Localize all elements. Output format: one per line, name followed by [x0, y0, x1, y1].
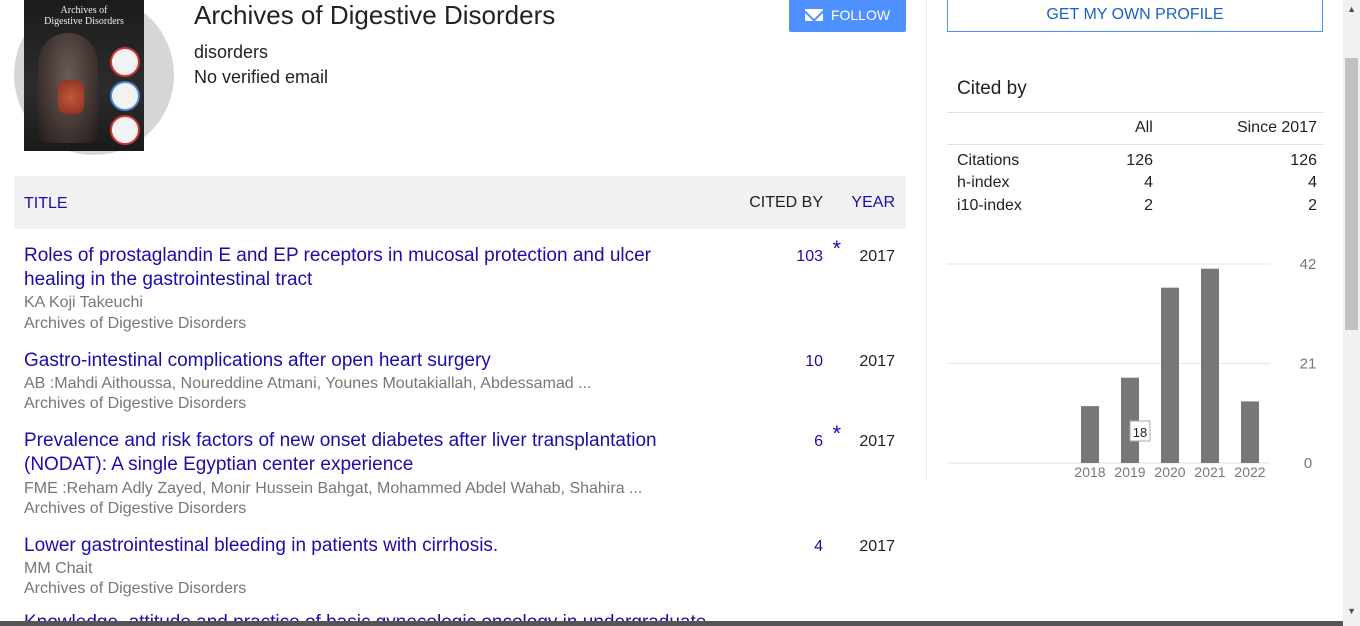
get-my-own-profile-button[interactable]: GET MY OWN PROFILE	[947, 0, 1323, 32]
article-title-link[interactable]: Gastro-intestinal complications after op…	[24, 349, 714, 373]
stat-since-citations: 126	[1290, 152, 1317, 169]
bottom-edge-strip	[0, 621, 1343, 626]
bar-2020	[1161, 287, 1179, 463]
stat-label-i10-index[interactable]: i10-index	[957, 197, 1022, 215]
bar-2021	[1201, 268, 1219, 463]
cited-by-header-divider	[947, 144, 1323, 145]
profile-email-status: No verified email	[194, 67, 329, 87]
article-venue: Archives of Digestive Disorders	[24, 315, 247, 332]
follow-label: FOLLOW	[830, 7, 891, 23]
citations-bar-chart: 0 21 42 2018 2019 2020 2021 2022 18	[947, 256, 1317, 480]
article-venue: Archives of Digestive Disorders	[24, 500, 247, 517]
y-tick-label: 42	[1300, 256, 1317, 273]
article-year: 2017	[859, 248, 895, 265]
article-authors: KA Koji Takeuchi	[24, 294, 143, 311]
journal-cover-image: Archives of Digestive Disorders	[24, 0, 144, 151]
col-header-since: Since 2017	[1236, 119, 1317, 136]
star-marker: *	[832, 421, 841, 446]
profile-affiliation: disorders	[194, 42, 269, 62]
article-year: 2017	[859, 353, 895, 370]
column-divider	[926, 0, 927, 480]
cited-by-count-link[interactable]: 103	[796, 248, 823, 266]
cited-by-count-link[interactable]: 4	[814, 538, 823, 556]
table-header: TITLE CITED BY YEAR	[14, 176, 906, 229]
article-year: 2017	[859, 538, 895, 555]
cover-circle-1	[110, 47, 140, 77]
vertical-scrollbar[interactable]: ▲ ▼	[1343, 0, 1360, 626]
article-title-link[interactable]: Roles of prostaglandin E and EP receptor…	[24, 244, 714, 292]
x-tick-label: 2021	[1194, 464, 1225, 480]
cover-circle-2	[110, 81, 140, 111]
stat-since-h-index: 4	[1308, 174, 1317, 191]
y-tick-label: 21	[1300, 356, 1317, 373]
cited-by-count-link[interactable]: 10	[805, 353, 823, 371]
bar-tooltip-value: 18	[1133, 425, 1147, 440]
follow-button[interactable]: FOLLOW	[789, 0, 906, 32]
stat-all-h-index: 4	[1144, 174, 1153, 191]
cited-by-count-link[interactable]: 6	[814, 433, 823, 451]
bar-2018	[1081, 406, 1099, 463]
stat-label-citations[interactable]: Citations	[957, 152, 1019, 170]
scroll-down-arrow-icon[interactable]: ▼	[1347, 606, 1356, 616]
bar-2022	[1241, 401, 1259, 463]
x-tick-label: 2022	[1234, 464, 1265, 480]
cited-by-title: Cited by	[957, 78, 1027, 99]
article-authors: FME :Reham Adly Zayed, Monir Hussein Bah…	[24, 480, 643, 497]
stat-all-citations: 126	[1126, 152, 1153, 169]
article-title-link[interactable]: Prevalence and risk factors of new onset…	[24, 429, 714, 477]
article-year: 2017	[859, 433, 895, 450]
cover-title: Archives of Digestive Disorders	[44, 5, 124, 27]
scroll-up-arrow-icon[interactable]: ▲	[1347, 4, 1356, 14]
cover-circle-3	[110, 115, 140, 145]
mail-icon	[804, 9, 823, 21]
scrollbar-thumb[interactable]	[1345, 58, 1358, 330]
header-year-sort[interactable]: YEAR	[851, 194, 895, 212]
article-venue: Archives of Digestive Disorders	[24, 395, 247, 412]
table-row: Roles of prostaglandin E and EP receptor…	[14, 236, 906, 334]
stat-all-i10-index: 2	[1144, 197, 1153, 214]
stat-label-h-index[interactable]: h-index	[957, 174, 1009, 192]
table-row: Prevalence and risk factors of new onset…	[14, 421, 906, 519]
header-cited-by: CITED BY	[749, 194, 823, 211]
star-marker: *	[832, 236, 841, 261]
article-title-link[interactable]: Lower gastrointestinal bleeding in patie…	[24, 534, 714, 558]
article-venue: Archives of Digestive Disorders	[24, 580, 247, 597]
header-title-sort[interactable]: TITLE	[24, 195, 68, 213]
x-tick-label: 2019	[1114, 464, 1145, 480]
article-authors: AB :Mahdi Aithoussa, Noureddine Atmani, …	[24, 375, 592, 392]
cover-organ	[58, 80, 84, 114]
cited-by-divider	[947, 112, 1323, 113]
bar-2019	[1121, 377, 1139, 463]
x-tick-label: 2020	[1154, 464, 1185, 480]
table-row: Gastro-intestinal complications after op…	[14, 349, 906, 419]
table-row: Lower gastrointestinal bleeding in patie…	[14, 534, 906, 604]
stat-since-i10-index: 2	[1308, 197, 1317, 214]
y-tick-label: 0	[1304, 455, 1312, 472]
col-header-all: All	[1135, 119, 1153, 136]
x-tick-label: 2018	[1074, 464, 1105, 480]
profile-name: Archives of Digestive Disorders	[194, 0, 556, 30]
article-authors: MM Chait	[24, 560, 93, 577]
